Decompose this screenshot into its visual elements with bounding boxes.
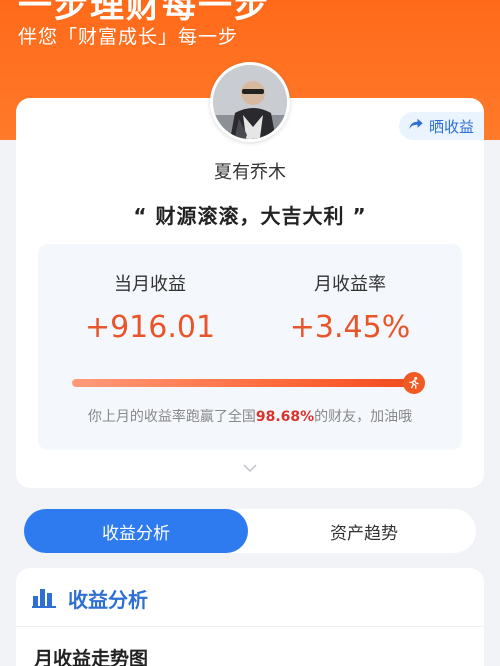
avatar[interactable] xyxy=(210,62,290,142)
chevron-down-icon[interactable] xyxy=(242,460,258,476)
slogan: “ 财源滚滚，大吉大利 ” xyxy=(133,204,367,228)
monthly-trend-chart-title: 月收益走势图 xyxy=(34,648,149,666)
section-divider xyxy=(16,626,484,627)
section-title: 收益分析 xyxy=(68,588,148,612)
earnings-stats-panel: 当月收益 月收益率 +916.01 +3.45% 你上月的收益率跑赢了全国98.… xyxy=(38,244,462,450)
ranking-prefix: 你上月的收益率跑赢了全国 xyxy=(87,409,256,425)
share-arrow-icon xyxy=(407,115,425,137)
share-earnings-button[interactable]: 晒收益 xyxy=(398,112,484,140)
bar-chart-icon xyxy=(32,586,58,612)
ranking-percent: 98.68% xyxy=(255,409,315,425)
monthly-income-value: +916.01 xyxy=(84,310,216,345)
tab-earnings-analysis[interactable]: 收益分析 xyxy=(24,509,248,553)
ranking-suffix: 的财友，加油哦 xyxy=(314,409,413,425)
monthly-rate-label: 月收益率 xyxy=(314,274,386,295)
analysis-tabs: 收益分析 资产趋势 xyxy=(24,509,476,553)
monthly-income-label: 当月收益 xyxy=(114,274,186,295)
monthly-rate-value: +3.45% xyxy=(289,310,411,345)
ranking-progress-bar xyxy=(72,372,425,394)
tab-asset-trend[interactable]: 资产趋势 xyxy=(252,509,476,553)
runner-icon xyxy=(403,372,425,394)
ranking-text: 你上月的收益率跑赢了全国98.68%的财友，加油哦 xyxy=(38,406,462,426)
profile-card: 晒收益 夏有乔木 “ 财源滚滚，大吉大利 ” 当月收益 月收益率 +916.01… xyxy=(16,98,484,488)
ranking-progress-fill xyxy=(72,379,419,387)
section-header: 收益分析 xyxy=(32,584,148,613)
earnings-analysis-section: 收益分析 月收益走势图 xyxy=(16,568,484,666)
share-label: 晒收益 xyxy=(428,117,474,136)
hero-subtitle: 伴您「财富成长」每一步 xyxy=(18,26,239,48)
username: 夏有乔木 xyxy=(214,162,286,183)
